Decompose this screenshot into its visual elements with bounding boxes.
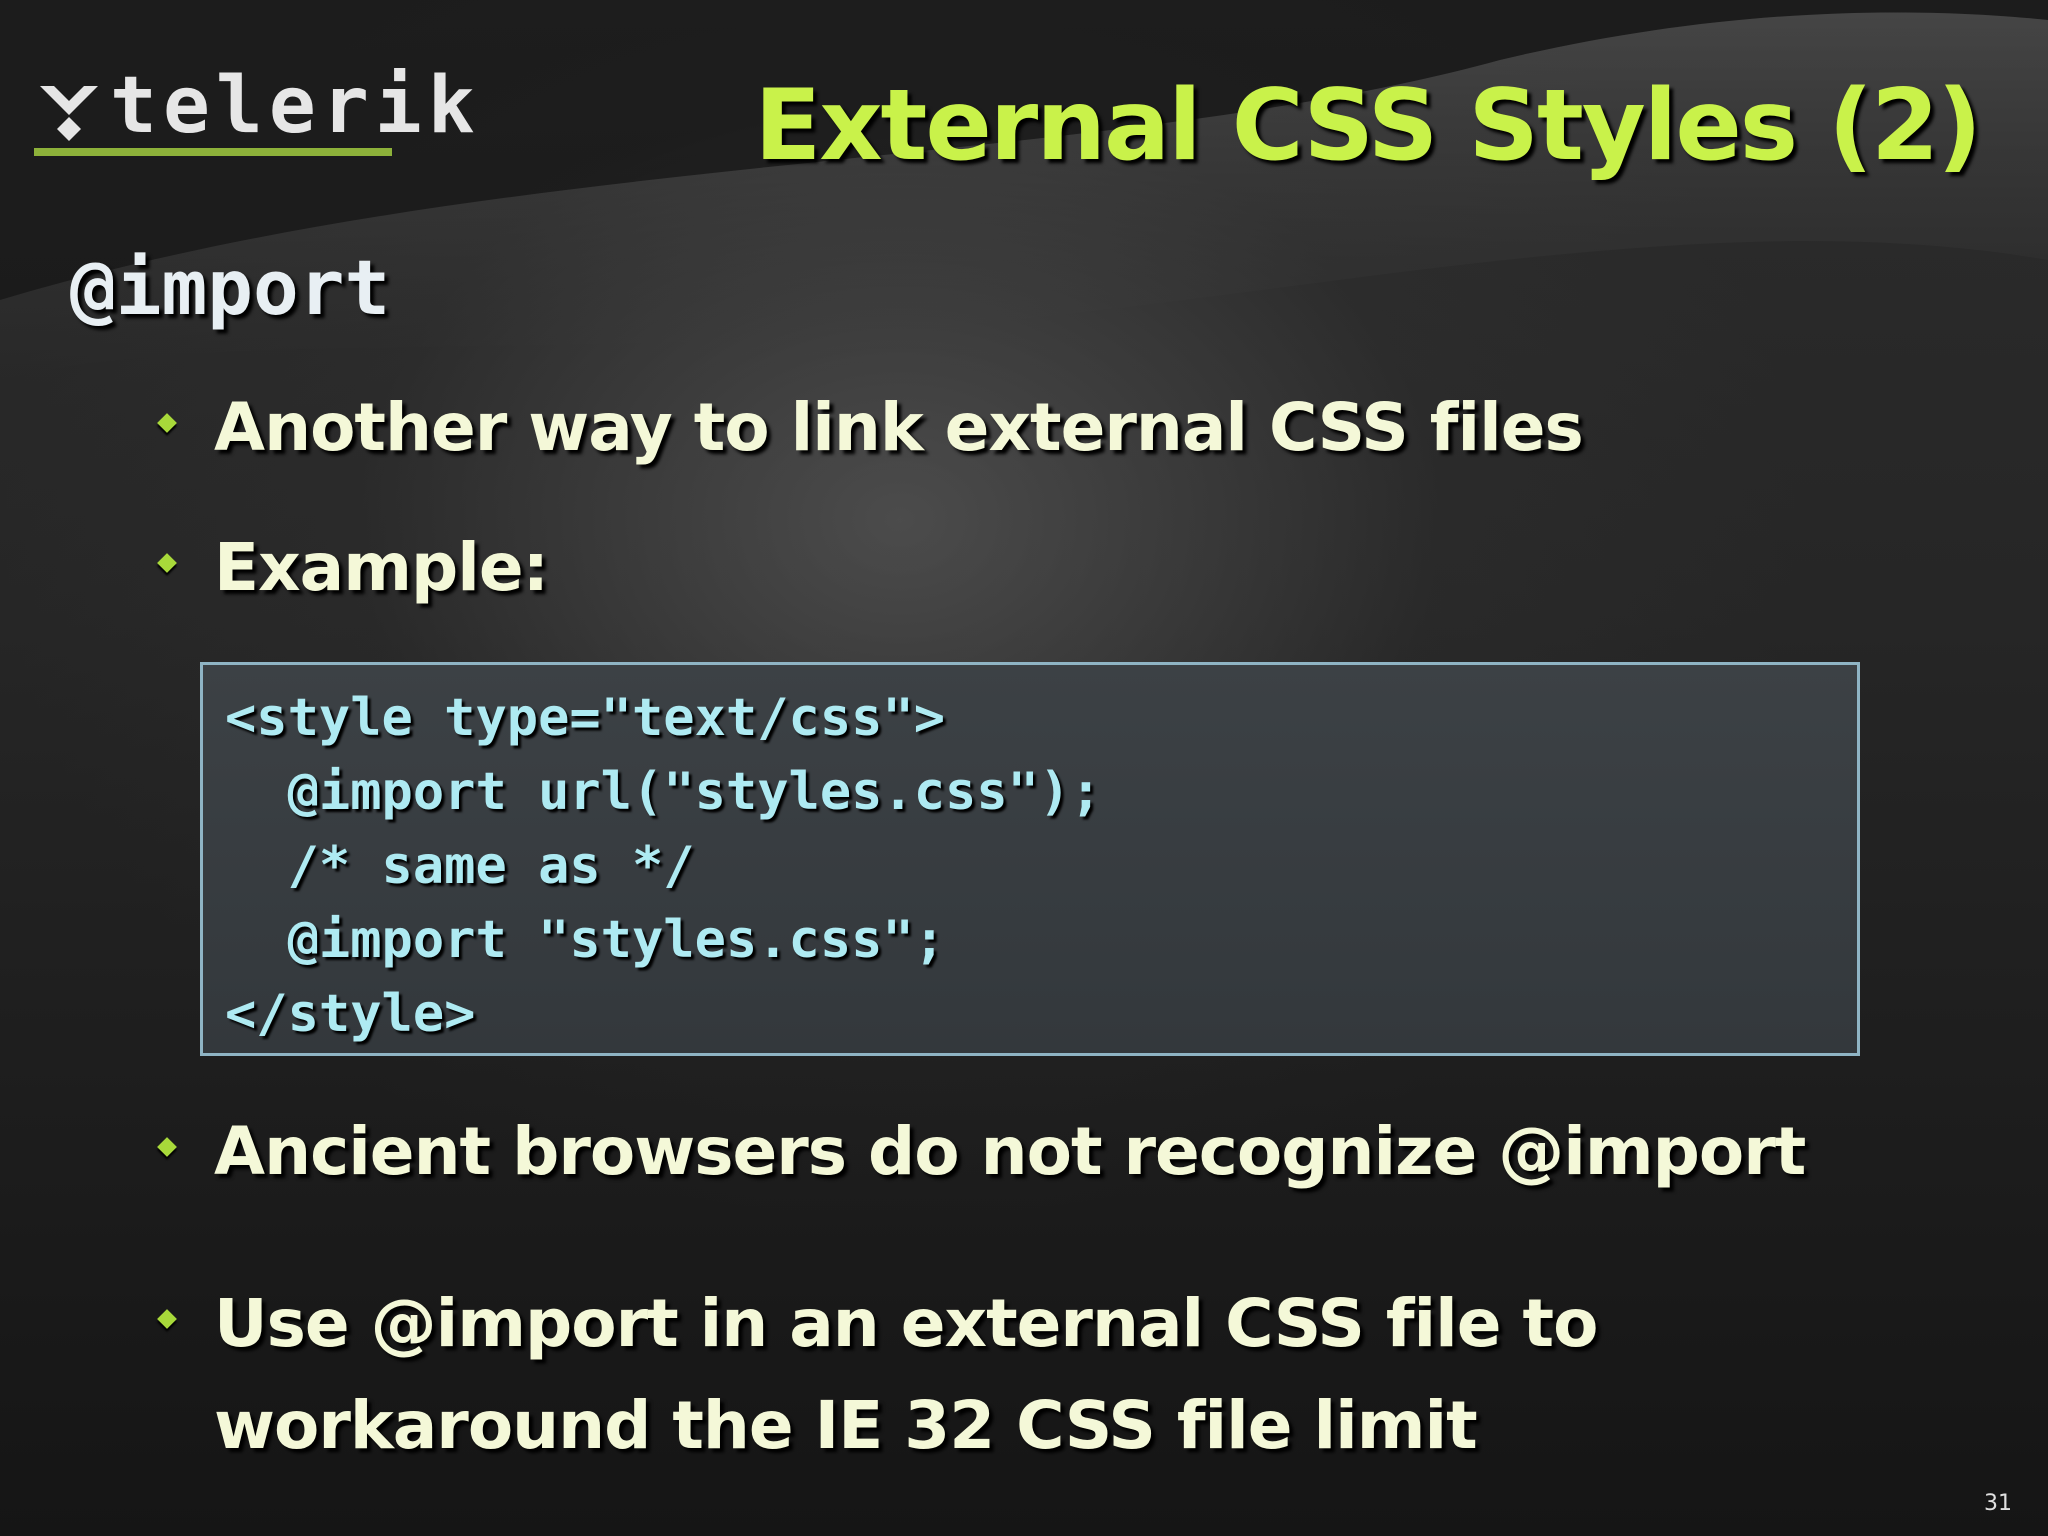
- section-heading: @import: [70, 243, 391, 332]
- bullet-text: Example:: [214, 529, 549, 606]
- code-example-box: <style type="text/css"> @import url("sty…: [200, 662, 1860, 1056]
- bullet-text: Another way to link external CSS files: [214, 389, 1584, 466]
- code-line: @import "styles.css";: [225, 910, 946, 970]
- bullet-diamond-icon: [157, 553, 177, 573]
- logo-underline: [34, 148, 392, 156]
- telerik-logo-icon: [40, 86, 98, 141]
- bullet-diamond-icon: [157, 1309, 177, 1329]
- code-line: @import url("styles.css");: [225, 762, 1102, 822]
- slide-title: External CSS Styles (2): [754, 69, 1982, 183]
- code-line: </style>: [225, 984, 476, 1044]
- bullet-text: Ancient browsers do not recognize @impor…: [214, 1113, 1806, 1190]
- bullet-text: workaround the IE 32 CSS file limit: [214, 1387, 1478, 1464]
- bullet-diamond-icon: [157, 1137, 177, 1157]
- code-line: <style type="text/css">: [225, 688, 946, 748]
- page-number: 31: [1984, 1491, 2012, 1516]
- code-line: /* same as */: [225, 836, 695, 896]
- telerik-logo-text: telerik: [110, 61, 481, 151]
- telerik-logo: telerik: [34, 64, 475, 156]
- slide: telerik External CSS Styles (2) @import …: [0, 0, 2048, 1536]
- bullet-text: Use @import in an external CSS file to: [214, 1285, 1598, 1362]
